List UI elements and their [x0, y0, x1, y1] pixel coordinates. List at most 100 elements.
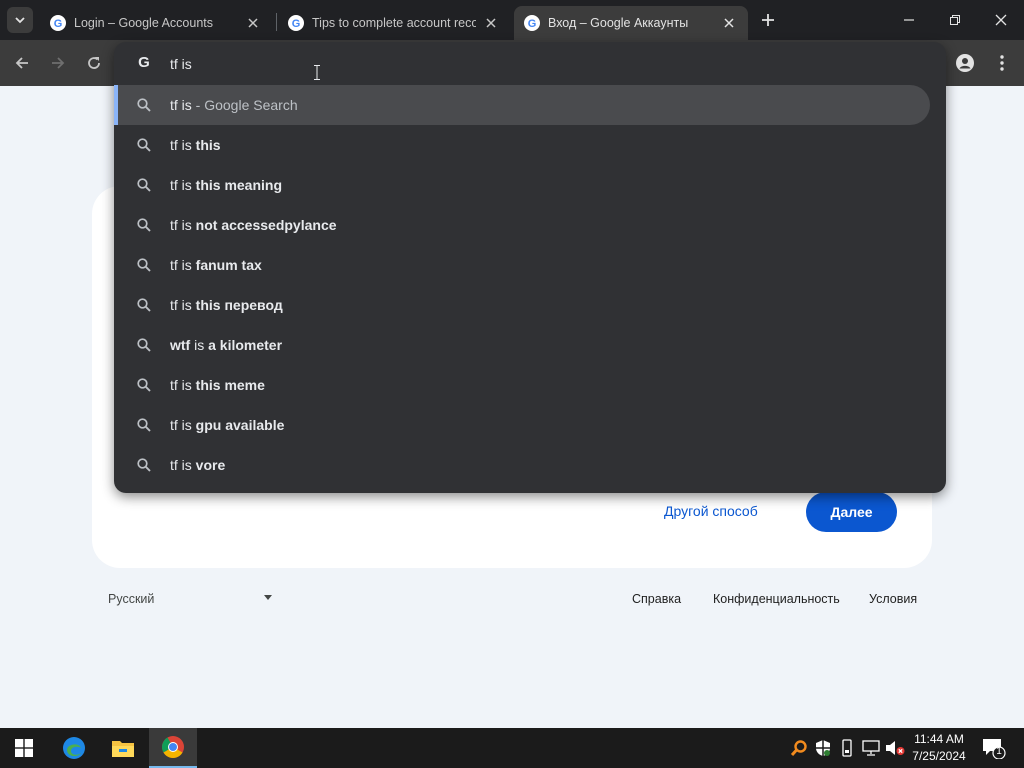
notification-count: 1 [996, 746, 1002, 757]
arrow-right-icon [52, 57, 65, 69]
menu-button[interactable] [989, 50, 1015, 76]
omnibox-suggestion[interactable]: tf is gpu available [114, 405, 930, 445]
suggestion-text: tf is this [170, 137, 221, 153]
clock-time: 11:44 AM [914, 732, 964, 746]
suggestion-prefix: tf is [170, 457, 196, 473]
suggestion-completion: not accessedpylance [195, 217, 337, 233]
start-button[interactable] [0, 728, 48, 768]
close-icon[interactable] [244, 14, 262, 32]
footer-help-link[interactable]: Справка [632, 592, 681, 606]
restore-button[interactable] [932, 0, 978, 40]
suggestion-prefix: tf is [170, 217, 196, 233]
suggestion-text: tf is vore [170, 457, 225, 473]
suggestion-text: tf is fanum tax [170, 257, 262, 273]
back-button[interactable] [9, 50, 35, 76]
search-icon [137, 338, 151, 352]
reload-button[interactable] [81, 50, 107, 76]
suggestion-prefix: tf is [170, 377, 196, 393]
profile-button[interactable] [952, 50, 978, 76]
tab-vhod-google-akkaunty[interactable]: G Вход – Google Аккаунты [514, 6, 748, 40]
chevron-down-icon [15, 17, 25, 24]
tab-login-google-accounts[interactable]: G Login – Google Accounts [40, 6, 272, 40]
omnibox-input[interactable]: G tf is [114, 42, 946, 84]
taskbar-chrome[interactable] [149, 728, 197, 768]
suggestion-completion: fanum tax [195, 257, 262, 273]
usb-device-icon[interactable] [837, 738, 857, 758]
suggestion-text: tf is - Google Search [170, 97, 298, 113]
suggestion-completion: this meaning [195, 177, 283, 193]
edge-icon [63, 737, 85, 759]
suggestion-suffix: - Google Search [191, 97, 298, 113]
search-magnifier-icon[interactable] [789, 738, 809, 758]
notification-center-button[interactable]: 1 [982, 737, 1006, 759]
forward-button[interactable] [45, 50, 71, 76]
omnibox-query: tf is [170, 56, 192, 72]
language-select[interactable]: Русский [108, 592, 278, 608]
omnibox-suggestion[interactable]: tf is vore [114, 445, 930, 485]
close-icon [995, 14, 1007, 26]
omnibox-suggestion[interactable]: tf is not accessedpylance [114, 205, 930, 245]
close-icon[interactable] [482, 14, 500, 32]
omnibox-suggestion[interactable]: wtf is a kilometer [114, 325, 930, 365]
omnibox-suggestion[interactable]: tf is this meme [114, 365, 930, 405]
next-button[interactable]: Далее [806, 492, 897, 532]
tab-search-button[interactable] [7, 7, 33, 33]
volume-muted-icon[interactable] [885, 738, 905, 758]
tab-tips-account-recovery[interactable]: G Tips to complete account recovery [278, 6, 510, 40]
more-vert-icon [1000, 55, 1004, 71]
svg-text:G: G [138, 54, 150, 70]
other-way-link[interactable]: Другой способ [664, 503, 758, 519]
suggestion-prefix: tf is [170, 137, 196, 153]
windows-taskbar: 11:44 AM 7/25/2024 1 [0, 728, 1024, 768]
suggestion-completion: this перевод [195, 297, 283, 313]
taskbar-file-explorer[interactable] [99, 728, 147, 768]
suggestion-text: tf is this перевод [170, 297, 283, 313]
network-icon[interactable] [861, 738, 881, 758]
suggestion-text: tf is gpu available [170, 417, 284, 433]
new-tab-button[interactable] [756, 8, 780, 32]
close-window-button[interactable] [978, 0, 1024, 40]
defender-shield-icon[interactable] [813, 738, 833, 758]
google-favicon-icon: G [288, 15, 304, 31]
search-icon [137, 138, 151, 152]
suggestion-text: tf is not accessedpylance [170, 217, 337, 233]
search-icon [137, 98, 151, 112]
google-g-icon: G [138, 54, 150, 70]
minimize-button[interactable] [886, 0, 932, 40]
plus-icon [762, 14, 774, 26]
footer-terms-link[interactable]: Условия [869, 592, 917, 606]
system-clock[interactable]: 11:44 AM 7/25/2024 [906, 731, 972, 765]
minimize-icon [904, 19, 914, 21]
omnibox-suggestion[interactable]: tf is this перевод [114, 285, 930, 325]
suggestion-completion: this meme [195, 377, 265, 393]
taskbar-edge[interactable] [50, 728, 98, 768]
search-icon [137, 298, 151, 312]
svg-text:G: G [292, 18, 301, 30]
dropdown-arrow-icon [264, 595, 272, 600]
omnibox-suggestion[interactable]: tf is this meaning [114, 165, 930, 205]
search-icon [137, 458, 151, 472]
tab-title: Вход – Google Аккаунты [548, 16, 689, 30]
suggestion-prefix: tf is [170, 257, 196, 273]
tab-divider [276, 13, 277, 31]
suggestion-prefix: tf is [170, 417, 196, 433]
file-explorer-icon [112, 741, 134, 757]
footer-privacy-link[interactable]: Конфиденциальность [713, 592, 840, 606]
suggestion-completion: this [195, 137, 221, 153]
search-icon [137, 258, 151, 272]
omnibox-dropdown: G tf is tf is - Google Search tf is this t… [114, 42, 946, 493]
search-icon [137, 178, 151, 192]
tab-title: Tips to complete account recovery [312, 16, 476, 30]
suggestion-prefix: tf is [170, 177, 196, 193]
restore-icon [950, 15, 960, 25]
omnibox-suggestion[interactable]: tf is fanum tax [114, 245, 930, 285]
omnibox-suggestion[interactable]: tf is - Google Search [114, 85, 930, 125]
windows-logo-icon [15, 739, 33, 757]
tab-strip: G Login – Google Accounts G Tips to comp… [0, 0, 1024, 40]
omnibox-suggestion[interactable]: tf is this [114, 125, 930, 165]
person-icon [956, 54, 974, 72]
suggestion-prefix: is [190, 337, 209, 353]
svg-text:G: G [528, 18, 537, 30]
search-icon [137, 418, 151, 432]
close-icon[interactable] [720, 14, 738, 32]
